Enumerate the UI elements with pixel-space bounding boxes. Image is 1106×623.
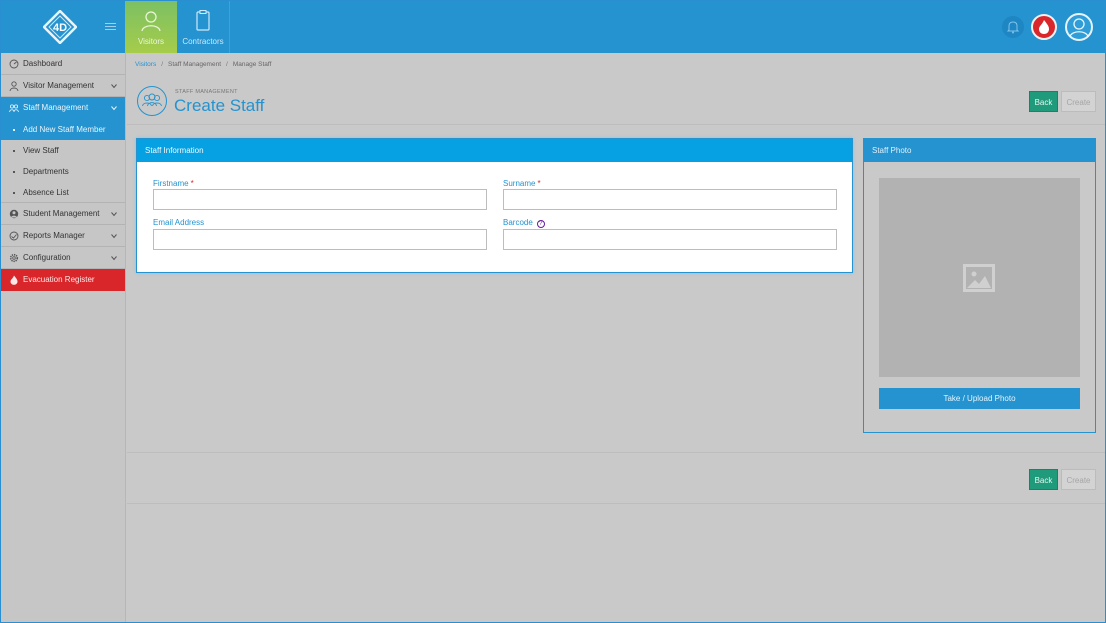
firstname-label: Firstname * xyxy=(153,179,194,188)
breadcrumb-separator: / xyxy=(161,61,164,68)
user-avatar-button[interactable] xyxy=(1065,13,1093,41)
staff-group-icon xyxy=(137,86,167,116)
tab-contractors-label: Contractors xyxy=(182,37,224,46)
chevron-down-icon xyxy=(111,234,117,239)
sidebar-subitem-view-staff[interactable]: View Staff xyxy=(1,140,125,161)
sidebar-subitem-add-new-staff-member[interactable]: Add New Staff Member xyxy=(1,119,125,140)
tab-visitors[interactable]: Visitors xyxy=(125,1,177,53)
top-nav: Visitors Contractors xyxy=(125,1,230,53)
notifications-button[interactable] xyxy=(1002,16,1024,38)
email-label: Email Address xyxy=(153,218,205,227)
sidebar-item-label: Evacuation Register xyxy=(23,275,95,284)
create-button-bottom[interactable]: Create xyxy=(1061,469,1096,490)
breadcrumb: Visitors / Staff Management / Manage Staff xyxy=(135,61,271,68)
chevron-down-icon xyxy=(111,106,117,111)
chevron-down-icon xyxy=(111,84,117,89)
staff-information-header: Staff Information xyxy=(137,139,852,162)
take-upload-photo-button[interactable]: Take / Upload Photo xyxy=(879,388,1080,409)
back-button-bottom[interactable]: Back xyxy=(1029,469,1058,490)
barcode-label-text: Barcode xyxy=(503,218,533,227)
sidebar-item-visitor-management[interactable]: Visitor Management xyxy=(1,75,125,97)
sidebar-item-reports-manager[interactable]: Reports Manager xyxy=(1,225,125,247)
page-title: Create Staff xyxy=(174,96,265,115)
help-icon[interactable]: ? xyxy=(536,220,545,228)
sidebar-item-evacuation-register[interactable]: Evacuation Register xyxy=(1,269,125,291)
person-icon xyxy=(141,11,161,32)
sidebar-item-dashboard[interactable]: Dashboard xyxy=(1,53,125,75)
photo-placeholder xyxy=(879,178,1080,377)
barcode-label: Barcode? xyxy=(503,218,545,228)
sidebar-item-label: Staff Management xyxy=(23,103,89,112)
firstname-input[interactable] xyxy=(153,189,487,210)
breadcrumb-link-visitors[interactable]: Visitors xyxy=(135,61,156,68)
group-icon xyxy=(9,104,19,113)
email-input[interactable] xyxy=(153,229,487,250)
sidebar-subitem-label: Absence List xyxy=(23,188,69,197)
back-button[interactable]: Back xyxy=(1029,91,1058,112)
evacuation-button[interactable] xyxy=(1031,14,1057,40)
sidebar-item-student-management[interactable]: Student Management xyxy=(1,203,125,225)
fire-icon xyxy=(10,275,18,285)
bell-icon xyxy=(1006,21,1020,34)
app-frame: 4D Visitors Contractors Dashboard Visito… xyxy=(0,0,1106,623)
image-placeholder-icon xyxy=(963,264,995,292)
sidebar-item-label: Configuration xyxy=(23,253,71,262)
barcode-input[interactable] xyxy=(503,229,837,250)
page-header: STAFF MANAGEMENT Create Staff Back Creat… xyxy=(127,75,1105,125)
nav-divider xyxy=(229,1,230,53)
chevron-down-icon xyxy=(111,212,117,217)
surname-label-text: Surname xyxy=(503,179,536,188)
sidebar-subitem-label: Departments xyxy=(23,167,69,176)
surname-input[interactable] xyxy=(503,189,837,210)
breadcrumb-section: Staff Management xyxy=(168,61,222,68)
staff-photo-header: Staff Photo xyxy=(864,139,1095,162)
required-mark: * xyxy=(190,179,194,188)
dashboard-icon xyxy=(9,59,19,69)
logo-icon[interactable]: 4D xyxy=(43,10,77,44)
gear-icon xyxy=(9,253,19,263)
page-kicker: STAFF MANAGEMENT xyxy=(175,89,238,95)
svg-text:4D: 4D xyxy=(53,22,67,34)
sidebar-item-label: Reports Manager xyxy=(23,231,85,240)
clipboard-icon xyxy=(196,10,210,31)
create-button[interactable]: Create xyxy=(1061,91,1096,112)
fire-icon xyxy=(1039,20,1049,34)
menu-toggle-icon[interactable] xyxy=(105,21,116,31)
staff-information-panel: Staff Information Firstname * Surname * Em… xyxy=(136,138,853,273)
tab-visitors-label: Visitors xyxy=(137,37,165,46)
sidebar-subitem-departments[interactable]: Departments xyxy=(1,161,125,182)
sidebar-subitem-absence-list[interactable]: Absence List xyxy=(1,182,125,203)
footer-actions: Back Create xyxy=(127,452,1105,504)
breadcrumb-separator: / xyxy=(226,61,228,68)
top-bar: 4D Visitors Contractors xyxy=(1,1,1105,53)
breadcrumb-current: Manage Staff xyxy=(232,61,272,68)
chevron-down-icon xyxy=(111,256,117,261)
sidebar-item-label: Dashboard xyxy=(23,59,63,68)
person-icon xyxy=(9,81,19,91)
student-icon xyxy=(9,209,19,219)
firstname-label-text: Firstname xyxy=(153,179,189,188)
sidebar-subitem-label: Add New Staff Member xyxy=(23,125,106,134)
staff-photo-panel: Staff Photo Take / Upload Photo xyxy=(863,138,1096,433)
required-mark: * xyxy=(537,179,541,188)
sidebar-item-staff-management[interactable]: Staff Management xyxy=(1,97,125,119)
brand-area: 4D xyxy=(1,1,125,53)
tab-contractors[interactable]: Contractors xyxy=(177,1,229,53)
sidebar-item-label: Student Management xyxy=(23,209,100,218)
sidebar-item-label: Visitor Management xyxy=(23,81,94,90)
avatar-icon xyxy=(1069,18,1089,38)
sidebar-subitem-label: View Staff xyxy=(23,146,59,155)
sidebar-item-configuration[interactable]: Configuration xyxy=(1,247,125,269)
reports-icon xyxy=(9,231,19,241)
surname-label: Surname * xyxy=(503,179,541,188)
sidebar: Dashboard Visitor Management Staff Manag… xyxy=(1,53,126,622)
